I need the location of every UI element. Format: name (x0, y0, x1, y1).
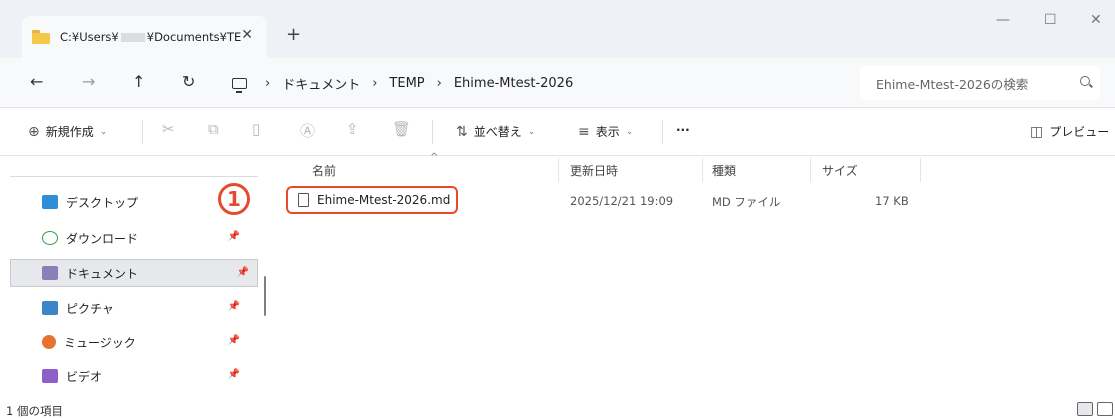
sidebar-item-label: ミュージック (64, 335, 136, 350)
column-divider[interactable] (558, 158, 559, 182)
address-bar[interactable]: › ドキュメント › TEMP › Ehime-Mtest-2026 (232, 66, 844, 100)
status-bar: 1 個の項目 (0, 400, 1115, 418)
redacted-username (120, 33, 145, 42)
view-list-icon: ≡ (578, 123, 590, 140)
sidebar-item-label: ダウンロード (66, 231, 139, 246)
search-input[interactable]: Ehime-Mtest-2026の検索 (860, 66, 1100, 100)
file-list: ^ 名前 更新日時 種類 サイズ Ehime-Mtest-2026.md 202… (280, 152, 1115, 400)
file-name-cell[interactable]: Ehime-Mtest-2026.md (286, 186, 458, 214)
search-icon[interactable] (1080, 76, 1090, 86)
column-header-modified[interactable]: 更新日時 (570, 162, 618, 179)
sidebar-item-label: デスクトップ (66, 195, 139, 210)
sidebar-item-downloads[interactable]: ダウンロード 📌 (0, 224, 258, 252)
pictures-icon (42, 301, 58, 315)
maximize-button[interactable]: ☐ (1044, 12, 1057, 28)
file-size: 17 KB (875, 194, 909, 208)
file-modified: 2025/12/21 19:09 (570, 194, 674, 208)
tiles-view-icon[interactable] (1097, 402, 1113, 416)
sort-button-label: 並べ替え (473, 125, 522, 139)
sidebar-item-videos[interactable]: ビデオ 📌 (0, 362, 258, 390)
chevron-down-icon: ⌄ (625, 126, 634, 137)
file-name: Ehime-Mtest-2026.md (317, 193, 451, 207)
copy-icon[interactable]: ⧉ (208, 120, 219, 138)
file-type: MD ファイル (712, 195, 781, 209)
tab-documents-temp[interactable]: C:¥Users¥ ¥Documents¥TE ✕ (22, 16, 267, 58)
pin-icon[interactable]: 📌 (228, 231, 240, 242)
sidebar-item-label: ドキュメント (66, 266, 139, 281)
toolbar-divider (432, 120, 433, 144)
refresh-button[interactable]: ↻ (182, 72, 195, 91)
new-tab-button[interactable]: + (286, 24, 301, 45)
sidebar-scrollbar[interactable] (264, 276, 266, 316)
breadcrumb-temp[interactable]: TEMP (389, 76, 424, 91)
forward-button[interactable]: → (82, 72, 95, 91)
this-pc-icon[interactable] (232, 77, 247, 93)
new-button-label: 新規作成 (45, 125, 94, 139)
tab-title: C:¥Users¥ ¥Documents¥TE (60, 30, 242, 44)
folder-icon (32, 30, 50, 44)
rename-icon[interactable]: Ⓐ (300, 120, 315, 141)
close-tab-icon[interactable]: ✕ (241, 27, 253, 43)
delete-icon[interactable]: 🗑 (392, 120, 411, 138)
toolbar-divider (142, 120, 143, 144)
preview-pane-icon: ◫ (1030, 123, 1044, 140)
view-button[interactable]: ≡ 表示 ⌄ (578, 123, 633, 140)
sort-button[interactable]: ⇅ 並べ替え ⌄ (456, 123, 535, 140)
new-button[interactable]: ⊕ 新規作成 ⌄ (28, 123, 107, 140)
details-view-icon[interactable] (1077, 402, 1093, 416)
title-bar: C:¥Users¥ ¥Documents¥TE ✕ + — ☐ ✕ (0, 0, 1115, 58)
more-options-button[interactable]: ··· (676, 123, 690, 137)
cut-icon[interactable]: ✂ (162, 120, 175, 138)
minimize-button[interactable]: — (996, 12, 1010, 28)
step-number-badge: 1 (218, 183, 250, 215)
preview-button-label: プレビュー (1049, 125, 1110, 139)
documents-icon (42, 266, 58, 280)
chevron-down-icon: ⌄ (527, 126, 536, 137)
preview-pane-button[interactable]: ◫ プレビュー (1030, 123, 1109, 140)
column-header-type[interactable]: 種類 (712, 162, 736, 179)
sidebar-item-label: ビデオ (66, 369, 103, 384)
videos-icon (42, 369, 58, 383)
music-icon (42, 335, 56, 349)
column-divider[interactable] (702, 158, 703, 182)
desktop-icon (42, 195, 58, 209)
toolbar-divider (662, 120, 663, 144)
back-button[interactable]: ← (30, 72, 43, 91)
view-button-label: 表示 (595, 125, 620, 139)
sidebar-divider (10, 176, 258, 177)
navigation-bar: ← → ↑ ↻ › ドキュメント › TEMP › Ehime-Mtest-20… (0, 58, 1115, 108)
sidebar-item-documents[interactable]: ドキュメント 📌 (10, 259, 258, 287)
close-window-button[interactable]: ✕ (1090, 12, 1102, 28)
download-icon (42, 231, 58, 245)
sidebar-item-label: ピクチャ (66, 301, 114, 316)
up-button[interactable]: ↑ (132, 72, 145, 91)
column-divider[interactable] (920, 158, 921, 182)
document-file-icon (298, 193, 309, 207)
command-bar: ⊕ 新規作成 ⌄ ✂ ⧉ ▯ Ⓐ ⇪ 🗑 ⇅ 並べ替え ⌄ ≡ 表示 ⌄ ···… (0, 108, 1115, 156)
pin-icon[interactable]: 📌 (228, 335, 240, 346)
column-header-name[interactable]: 名前 (312, 162, 336, 179)
breadcrumb-current-folder[interactable]: Ehime-Mtest-2026 (454, 76, 573, 91)
pin-icon[interactable]: 📌 (228, 369, 240, 380)
sort-ascending-icon: ^ (430, 152, 439, 163)
breadcrumb-separator: › (436, 75, 442, 91)
breadcrumb-separator: › (265, 75, 271, 91)
pin-icon[interactable]: 📌 (237, 267, 249, 278)
plus-circle-icon: ⊕ (28, 123, 40, 140)
sidebar-item-pictures[interactable]: ピクチャ 📌 (0, 294, 258, 322)
item-count: 1 個の項目 (6, 404, 63, 418)
paste-icon[interactable]: ▯ (252, 120, 260, 138)
column-header-size[interactable]: サイズ (822, 162, 858, 179)
sort-icon: ⇅ (456, 123, 468, 140)
share-icon[interactable]: ⇪ (346, 120, 359, 138)
chevron-down-icon: ⌄ (99, 126, 108, 137)
pin-icon[interactable]: 📌 (228, 301, 240, 312)
sidebar-item-music[interactable]: ミュージック 📌 (0, 328, 258, 356)
column-divider[interactable] (810, 158, 811, 182)
file-row[interactable]: Ehime-Mtest-2026.md 2025/12/21 19:09 MD … (280, 186, 1115, 214)
breadcrumb-documents[interactable]: ドキュメント (282, 74, 360, 93)
breadcrumb-separator: › (372, 75, 378, 91)
search-placeholder: Ehime-Mtest-2026の検索 (876, 76, 1029, 92)
